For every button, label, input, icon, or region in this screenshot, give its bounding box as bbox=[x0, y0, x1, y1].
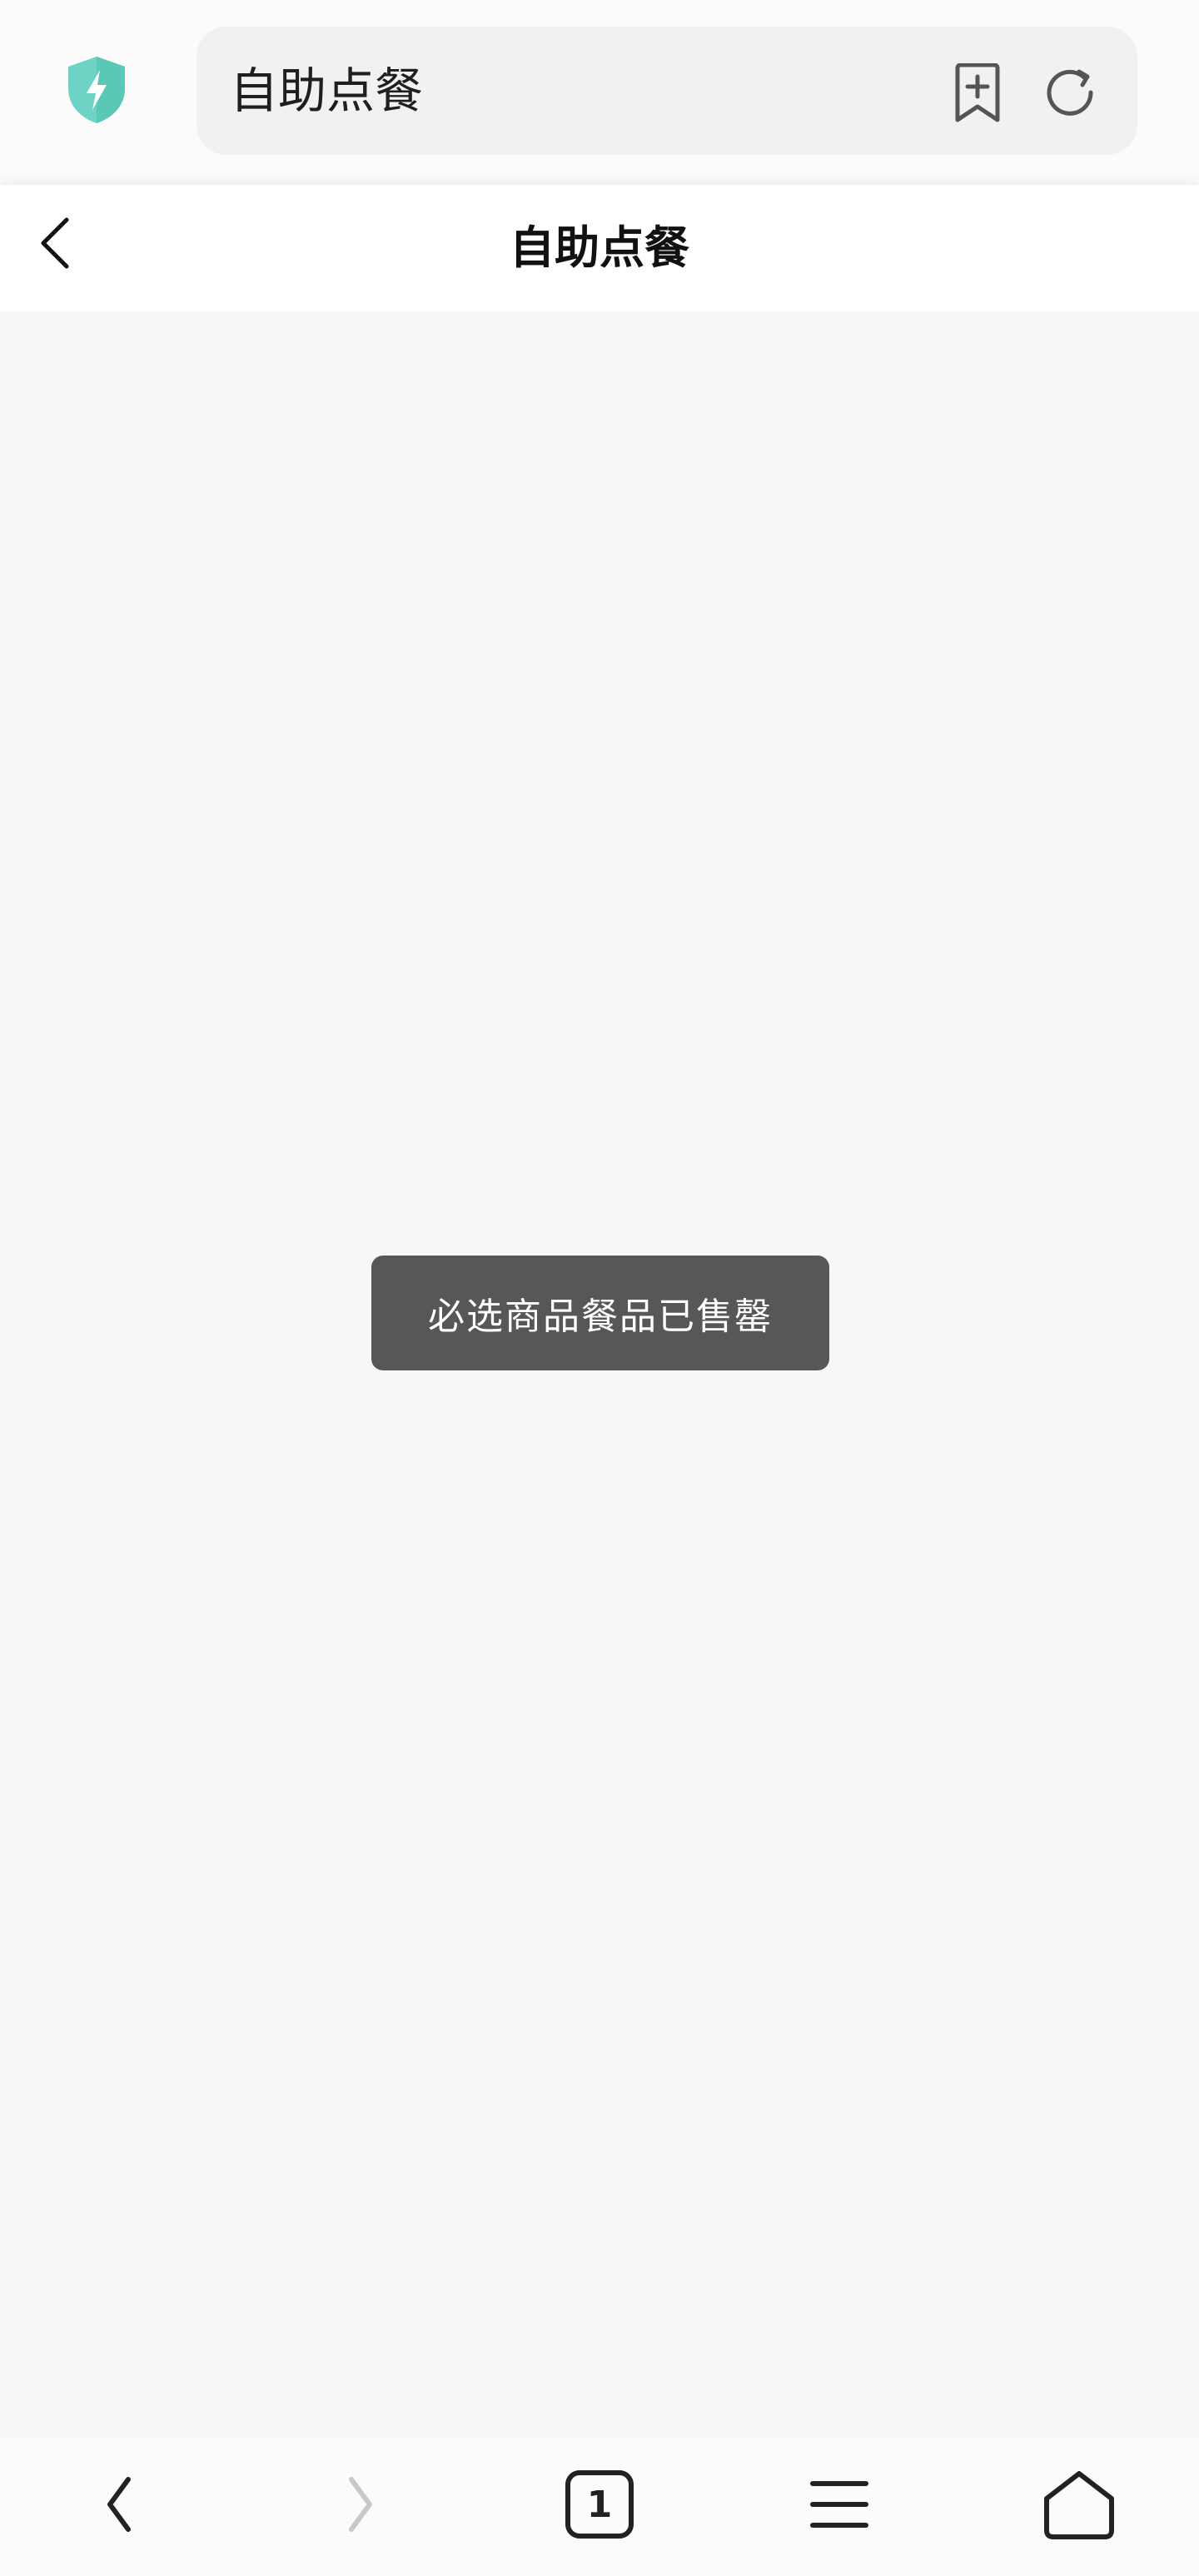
bottom-navigation: 1 bbox=[0, 2438, 1199, 2576]
content-area bbox=[0, 311, 1199, 2438]
bookmark-add-icon[interactable] bbox=[951, 62, 1004, 123]
address-text[interactable]: 自助点餐 bbox=[230, 58, 423, 123]
page-header: 自助点餐 bbox=[0, 185, 1199, 311]
browser-toolbar: 自助点餐 bbox=[0, 0, 1199, 185]
refresh-icon[interactable] bbox=[1042, 65, 1097, 120]
toast-notification: 必选商品餐品已售罄 bbox=[371, 1256, 829, 1370]
security-shield-icon[interactable] bbox=[65, 55, 128, 125]
forward-icon[interactable] bbox=[318, 2463, 401, 2546]
back-icon[interactable] bbox=[78, 2463, 162, 2546]
page-title: 自助点餐 bbox=[510, 221, 689, 274]
toast-message: 必选商品餐品已售罄 bbox=[428, 1295, 773, 1338]
tabs-icon[interactable]: 1 bbox=[558, 2463, 641, 2546]
tab-count: 1 bbox=[586, 2483, 613, 2526]
home-icon[interactable] bbox=[1037, 2463, 1121, 2546]
menu-icon[interactable] bbox=[798, 2463, 881, 2546]
address-bar[interactable]: 自助点餐 bbox=[197, 27, 1137, 155]
